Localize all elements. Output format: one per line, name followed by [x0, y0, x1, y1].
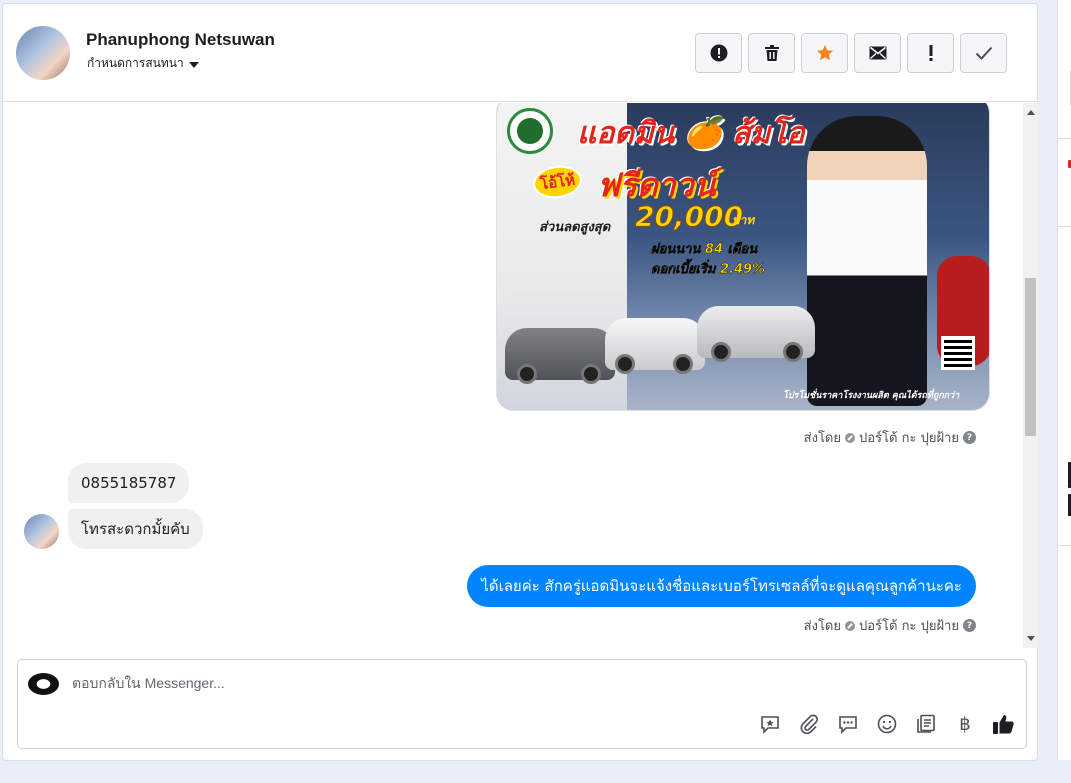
star-icon	[816, 45, 833, 61]
wheel	[615, 354, 635, 374]
promo-person	[807, 116, 927, 406]
attachment-button[interactable]	[797, 712, 821, 736]
divider	[1058, 226, 1071, 227]
promo-footer: โปรโมชั่นราคาโรงงานผลิต คุณได้รถที่ถูกกว…	[783, 391, 960, 401]
sent-by-label: ส่งโดย	[803, 431, 841, 446]
caret-down-icon	[188, 61, 199, 68]
car-sedan	[505, 328, 615, 384]
wheel	[783, 342, 803, 362]
promo-interest: ดอกเบี้ยเริ่ม 2.49%	[651, 262, 766, 277]
chat-bubble-icon	[839, 716, 857, 734]
trash-icon	[764, 45, 779, 61]
payment-button[interactable]: ฿	[953, 712, 977, 736]
conversation-panel: Phanuphong Netsuwan กำหนดการสนทนา แอดมิน…	[2, 3, 1039, 761]
wheel	[581, 364, 601, 384]
mark-done-button[interactable]	[960, 33, 1007, 73]
delete-button[interactable]	[748, 33, 795, 73]
wheel	[517, 364, 537, 384]
notes-icon	[917, 714, 935, 733]
exclamation-icon	[929, 45, 932, 61]
promo-discount-label: ส่วนลดสูงสุด	[539, 220, 611, 235]
promo-discount-unit: บาท	[732, 213, 755, 227]
help-icon[interactable]: ?	[963, 619, 976, 632]
emoji-button[interactable]	[875, 712, 899, 736]
notes-button[interactable]	[914, 712, 938, 736]
conversation-header: Phanuphong Netsuwan กำหนดการสนทนา	[3, 4, 1039, 102]
sent-by-info: ส่งโดย ปอร์โต้ กะ ปุยฝ้าย ?	[804, 615, 976, 636]
settings-label: กำหนดการสนทนา	[87, 56, 184, 70]
star-button[interactable]	[801, 33, 848, 73]
sent-by-info: ส่งโดย ปอร์โต้ กะ ปุยฝ้าย ?	[804, 427, 976, 448]
checkmark-icon	[975, 46, 992, 60]
alert-circle-icon	[710, 44, 727, 62]
verified-icon	[845, 620, 855, 631]
composer-toolbar: ฿	[758, 712, 1016, 736]
divider	[1058, 138, 1071, 139]
sender-avatar[interactable]	[24, 514, 59, 549]
attachment-icon	[800, 714, 818, 735]
help-icon[interactable]: ?	[963, 431, 976, 444]
scroll-down-icon[interactable]	[1027, 636, 1035, 641]
user-avatar[interactable]	[16, 26, 70, 80]
chat-bubble-button[interactable]	[836, 712, 860, 736]
saved-reply-icon	[761, 716, 779, 734]
divider	[1058, 545, 1071, 546]
sender-name[interactable]: ปอร์โต้ กะ ปุยฝ้าย	[859, 427, 959, 448]
emoji-icon	[877, 714, 897, 734]
saved-reply-button[interactable]	[758, 712, 782, 736]
like-button[interactable]	[992, 712, 1016, 736]
like-icon	[993, 715, 1014, 734]
conversation-settings-dropdown[interactable]: กำหนดการสนทนา	[87, 54, 199, 73]
verified-icon	[845, 432, 855, 443]
reply-input[interactable]	[72, 675, 672, 691]
envelope-icon	[869, 46, 886, 60]
wheel	[711, 342, 731, 362]
dealer-logo-mark	[517, 118, 543, 144]
user-name[interactable]: Phanuphong Netsuwan	[86, 30, 275, 50]
message-thread[interactable]: แอดมิน 🍊 ส้มโอ โอ้โห้ ฟรีดาวน์ ส่วนลดสูง…	[3, 103, 1023, 648]
scroll-up-icon[interactable]	[1027, 110, 1035, 115]
qr-code	[941, 336, 975, 370]
sender-name[interactable]: ปอร์โต้ กะ ปุยฝ้าย	[859, 615, 959, 636]
mail-button[interactable]	[854, 33, 901, 73]
promo-installment: ผ่อนนาน 84 เดือน	[651, 242, 758, 257]
incoming-message[interactable]: 0855185787	[68, 463, 190, 503]
wheel	[673, 354, 693, 374]
baht-icon: ฿	[959, 713, 971, 735]
incoming-message[interactable]: โทรสะดวกมั้ยคับ	[68, 509, 203, 549]
outgoing-message[interactable]: ได้เลยค่ะ สักครู่แอดมินจะแจ้งชื่อและเบอร…	[467, 565, 976, 607]
side-panel-edge	[1057, 0, 1071, 760]
car-pickup	[605, 318, 705, 374]
car-truck	[697, 306, 815, 362]
promo-discount-amount: 20,000	[634, 200, 744, 234]
scrollbar-thumb[interactable]	[1025, 278, 1036, 436]
sent-by-label: ส่งโดย	[803, 619, 841, 634]
report-button[interactable]	[695, 33, 742, 73]
reply-composer: ฿	[17, 659, 1027, 749]
promo-headline: แอดมิน 🍊 ส้มโอ	[577, 116, 805, 151]
spam-button[interactable]	[907, 33, 954, 73]
page-avatar	[28, 673, 59, 695]
action-toolbar	[695, 33, 1007, 73]
promo-image[interactable]: แอดมิน 🍊 ส้มโอ โอ้โห้ ฟรีดาวน์ ส่วนลดสูง…	[496, 103, 990, 411]
